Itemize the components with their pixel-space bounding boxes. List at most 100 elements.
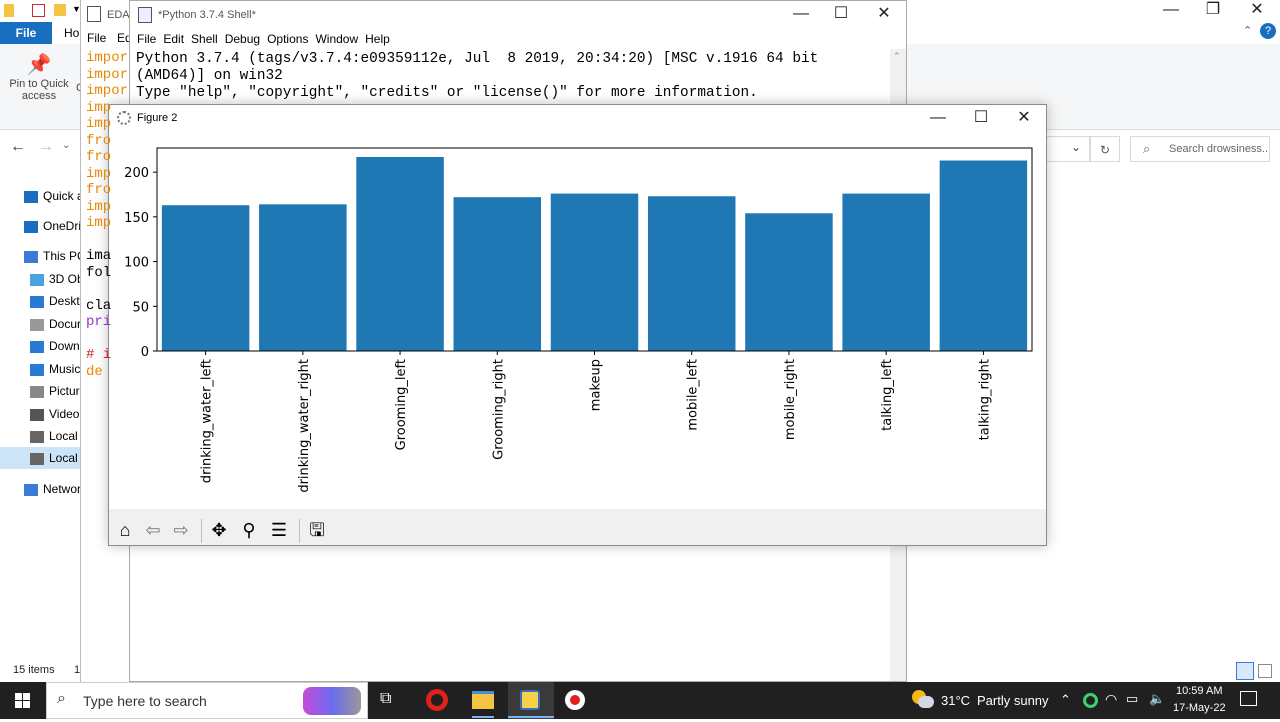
code-line: fro xyxy=(86,182,112,198)
sidebar-item[interactable]: Local I xyxy=(0,425,80,447)
zoom-icon[interactable]: ⚲ xyxy=(235,517,263,545)
x-tick-label: makeup xyxy=(589,359,604,411)
taskbar-search-placeholder: Type here to search xyxy=(83,693,207,709)
configure-subplots-icon[interactable]: ☰ xyxy=(265,517,293,545)
code-line: imp xyxy=(86,215,112,231)
large-icons-view-icon[interactable] xyxy=(1258,664,1272,678)
weather-condition[interactable]: Partly sunny xyxy=(977,693,1049,708)
sidebar-item[interactable]: Deskto xyxy=(0,290,80,312)
sidebar-item[interactable]: Networ xyxy=(0,478,80,500)
x-tick-label: mobile_right xyxy=(783,359,798,440)
sidebar-item-label: Local I xyxy=(49,429,80,443)
sidebar-item[interactable]: Quick a xyxy=(0,185,80,207)
back-icon[interactable]: ⇦ xyxy=(139,517,167,545)
figure-title: Figure 2 xyxy=(137,112,178,124)
task-view-icon[interactable]: ⧉ xyxy=(380,690,391,708)
partly-sunny-icon[interactable] xyxy=(912,690,934,710)
sidebar-item[interactable]: Videos xyxy=(0,403,80,425)
recent-locations-icon[interactable]: ⌄ xyxy=(62,140,70,151)
show-hidden-icons-icon[interactable]: ⌃ xyxy=(1060,692,1071,708)
home-ribbon-tab[interactable]: Ho xyxy=(64,26,79,40)
drive-icon xyxy=(30,430,44,443)
notifications-icon[interactable] xyxy=(1240,691,1257,706)
figure-minimize-button[interactable]: — xyxy=(915,108,961,130)
sidebar-item[interactable]: Pictur xyxy=(0,380,80,402)
figure-window: Figure 2 — ☐ ✕ drinking_water_left drinki… xyxy=(108,104,1047,546)
pin-to-quick-access-button[interactable]: 📌 Pin to Quick access xyxy=(4,52,74,112)
sidebar-item-label: Local I xyxy=(49,451,80,465)
taskbar-search-box[interactable]: ⌕ Type here to search xyxy=(46,682,368,719)
bar xyxy=(647,196,736,351)
bar xyxy=(453,197,542,351)
sidebar-item[interactable]: Music xyxy=(0,358,80,380)
shell-maximize-button[interactable]: ☐ xyxy=(818,4,864,26)
sidebar-item-label: Pictur xyxy=(49,384,80,398)
scroll-up-icon[interactable]: ⌃ xyxy=(893,51,901,62)
file-ribbon-tab[interactable]: File xyxy=(0,22,52,44)
sidebar-item[interactable]: Docur xyxy=(0,313,80,335)
explorer-restore-button[interactable]: ❐ xyxy=(1190,0,1236,22)
forward-arrow-icon[interactable]: → xyxy=(38,138,54,156)
clock-time[interactable]: 10:59 AM xyxy=(1176,685,1222,697)
file-explorer-taskbar-icon[interactable] xyxy=(472,691,494,709)
figure-maximize-button[interactable]: ☐ xyxy=(958,108,1004,130)
refresh-button[interactable]: ↻ xyxy=(1090,136,1120,162)
active-indicator xyxy=(508,716,554,718)
start-button[interactable] xyxy=(0,682,46,719)
weather-temperature[interactable]: 31°C xyxy=(941,693,970,708)
sidebar-item[interactable]: OneDriv xyxy=(0,215,80,237)
recorder-icon[interactable] xyxy=(565,690,585,710)
x-tick-label: drinking_water_left xyxy=(200,359,215,483)
address-dropdown[interactable]: ⌄ xyxy=(1046,136,1090,162)
collapse-ribbon-icon[interactable]: ⌃ xyxy=(1243,24,1252,37)
shell-menu-debug[interactable]: Debug xyxy=(225,29,260,49)
sidebar-item-label: Quick a xyxy=(43,189,80,203)
save-icon[interactable]: 🖫 xyxy=(303,517,331,545)
battery-icon[interactable]: ▭ xyxy=(1126,691,1138,707)
opera-icon[interactable] xyxy=(426,689,448,711)
sidebar-item[interactable]: Down xyxy=(0,335,80,357)
bar xyxy=(939,160,1028,351)
shell-menu-shell[interactable]: Shell xyxy=(191,29,218,49)
forward-icon[interactable]: ⇨ xyxy=(167,517,195,545)
figure-canvas[interactable]: drinking_water_left drinking_water_right G… xyxy=(109,133,1046,509)
new-folder-icon[interactable] xyxy=(54,4,66,16)
status-indicator-icon[interactable] xyxy=(1083,693,1098,708)
clock-date[interactable]: 17-May-22 xyxy=(1173,702,1226,714)
computer-icon xyxy=(24,250,38,263)
pan-icon[interactable]: ✥ xyxy=(205,517,233,545)
pin-icon: 📌 xyxy=(26,54,52,76)
explorer-minimize-button[interactable]: — xyxy=(1148,0,1194,22)
properties-icon[interactable] xyxy=(32,4,45,17)
shell-output[interactable]: Python 3.7.4 (tags/v3.7.4:e09359112e, Ju… xyxy=(136,51,818,102)
explorer-search-input[interactable]: ⌕ Search drowsiness... xyxy=(1130,136,1270,162)
shell-menu-window[interactable]: Window xyxy=(315,29,358,49)
help-icon[interactable]: ? xyxy=(1260,23,1276,39)
wifi-icon[interactable]: ◠ xyxy=(1105,691,1117,708)
y-tick-label: 50 xyxy=(132,300,149,315)
editor-menu-file[interactable]: File xyxy=(87,31,106,45)
cube-icon xyxy=(30,273,44,286)
folder-icon xyxy=(4,4,14,17)
search-highlight-icon[interactable] xyxy=(303,687,361,715)
shell-menu-options[interactable]: Options xyxy=(267,29,308,49)
code-line: impor xyxy=(86,83,129,99)
explorer-close-button[interactable]: ✕ xyxy=(1234,0,1280,22)
network-icon xyxy=(24,483,38,496)
sidebar-item[interactable]: 3D Ob xyxy=(0,268,80,290)
figure-titlebar: Figure 2 — ☐ ✕ xyxy=(109,105,1046,133)
x-tick-label: Grooming_left xyxy=(394,359,409,450)
figure-close-button[interactable]: ✕ xyxy=(1001,108,1047,130)
code-line: cla xyxy=(86,297,112,314)
shell-menu-help[interactable]: Help xyxy=(365,29,390,49)
back-arrow-icon[interactable]: ← xyxy=(10,138,26,156)
details-view-icon[interactable] xyxy=(1236,662,1254,680)
home-icon[interactable]: ⌂ xyxy=(111,517,139,545)
shell-menu-edit[interactable]: Edit xyxy=(163,29,184,49)
sidebar-item[interactable]: This PC xyxy=(0,245,80,267)
shell-menu-file[interactable]: File xyxy=(137,29,156,49)
volume-icon[interactable]: 🔈 xyxy=(1149,691,1165,707)
sidebar-item[interactable]: Local I xyxy=(0,447,80,469)
code-line: fro xyxy=(86,132,112,149)
shell-close-button[interactable]: ✕ xyxy=(861,4,907,26)
